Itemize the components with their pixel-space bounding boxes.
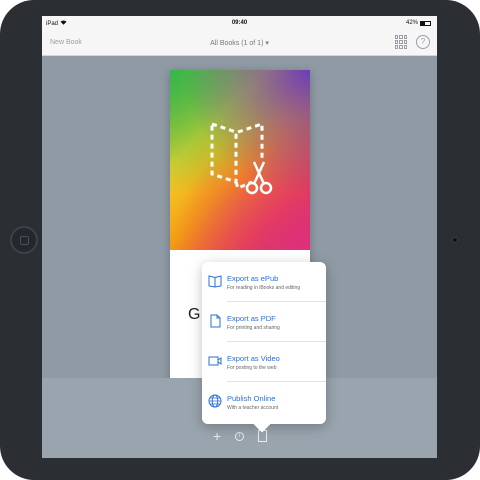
menu-item-title: Export as Video [227, 354, 280, 363]
grid-view-icon[interactable] [395, 35, 407, 49]
document-icon [210, 314, 221, 328]
nav-bar: New Book All Books (1 of 1) ▾ ? [42, 30, 437, 56]
menu-item-subtitle: For posting to the web [227, 365, 277, 371]
menu-item-title: Publish Online [227, 394, 276, 403]
book-creator-logo-icon [210, 121, 273, 195]
book-title-fragment: G [188, 306, 201, 323]
status-time: 09:40 [231, 20, 248, 26]
add-book-button[interactable]: + [213, 428, 221, 444]
ipad-screen: iPad 09:40 42% New Book All Books (1 of … [42, 16, 437, 458]
export-video-item[interactable]: Export as Video For posting to the web [202, 342, 326, 382]
nav-title-text: All Books (1 of 1) [210, 40, 264, 47]
ipad-device: iPad 09:40 42% New Book All Books (1 of … [0, 0, 480, 480]
publish-online-item[interactable]: Publish Online With a teacher account [202, 382, 326, 422]
battery-percent: 42% [405, 20, 418, 26]
export-epub-item[interactable]: Export as ePub For reading in iBooks and… [202, 262, 326, 302]
status-bar: iPad 09:40 42% [42, 16, 437, 30]
export-popover: Export as ePub For reading in iBooks and… [202, 262, 326, 424]
book-cover [170, 70, 310, 250]
front-camera [452, 237, 458, 243]
help-icon[interactable]: ? [416, 35, 430, 49]
book-icon [208, 275, 222, 288]
menu-item-subtitle: For reading in iBooks and editing [227, 285, 301, 291]
all-books-title[interactable]: All Books (1 of 1) ▾ [42, 39, 437, 47]
menu-item-subtitle: For printing and sharing [227, 325, 280, 331]
home-button[interactable] [10, 226, 38, 254]
video-icon [208, 356, 222, 366]
battery-icon [420, 20, 431, 26]
export-pdf-item[interactable]: Export as PDF For printing and sharing [202, 302, 326, 342]
menu-item-title: Export as PDF [227, 314, 276, 323]
chevron-down-icon: ▾ [265, 40, 269, 47]
globe-icon [208, 394, 222, 408]
menu-item-title: Export as ePub [227, 274, 279, 283]
info-icon[interactable]: i [235, 432, 244, 441]
menu-item-subtitle: With a teacher account [227, 405, 279, 411]
